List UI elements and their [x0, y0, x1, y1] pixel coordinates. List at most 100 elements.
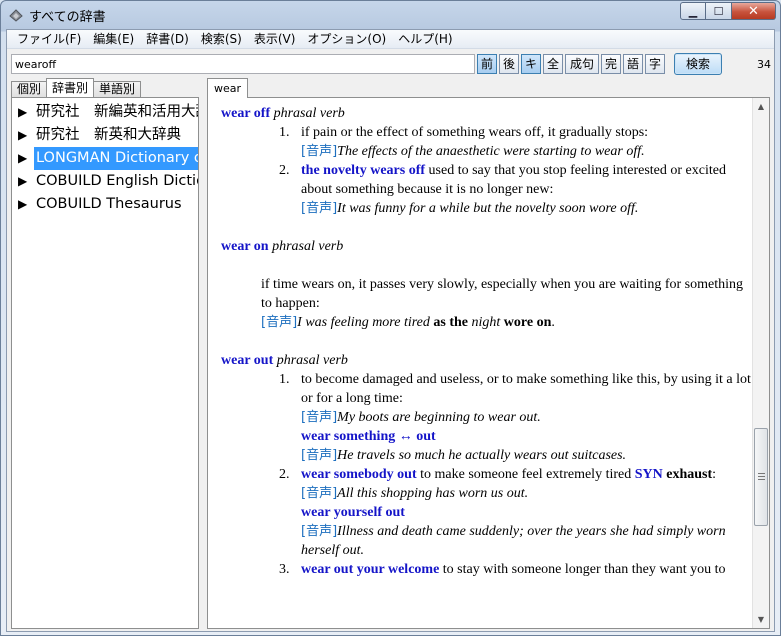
example-sentence: He travels so much he actually wears out… — [337, 448, 627, 463]
scroll-down-arrow-icon[interactable]: ▼ — [753, 611, 769, 628]
entry-wear-off: wear off phrasal verb 1. if pain or the … — [221, 104, 753, 218]
sense-phrase: wear yourself out — [301, 505, 405, 520]
minimize-button[interactable]: ▁ — [680, 2, 706, 20]
sense-phrase: wear something ↔ out — [301, 429, 436, 444]
tab-result-wear[interactable]: wear — [207, 78, 249, 98]
entry-pos: phrasal verb — [273, 106, 345, 121]
sense-definition: to stay with someone longer than they wa… — [439, 562, 726, 577]
menu-dictionary[interactable]: 辞書(D) — [140, 30, 195, 48]
audio-link[interactable]: [音声] — [301, 144, 337, 159]
dictionary-tree-panel: ▶ 研究社 新編英和活用大辞典 ▶ 研究社 新英和大辞典 ▶ LONGMAN D… — [11, 97, 199, 629]
entry-pos: phrasal verb — [276, 353, 348, 368]
sense: 3. wear out your welcome to stay with so… — [279, 560, 753, 579]
example-sentence: My boots are beginning to wear out. — [337, 410, 541, 425]
search-button[interactable]: 検索 — [674, 53, 722, 75]
mode-backward-button[interactable]: 後 — [499, 54, 519, 74]
scroll-thumb[interactable] — [754, 428, 768, 526]
audio-link[interactable]: [音声] — [301, 410, 337, 425]
app-icon — [9, 9, 23, 22]
tab-individual[interactable]: 個別 — [11, 81, 48, 97]
mode-exact-button[interactable]: 完 — [601, 54, 622, 74]
search-input[interactable] — [11, 54, 475, 74]
dictionary-item-selected[interactable]: ▶ LONGMAN Dictionary of Contemporary Eng… — [18, 147, 198, 170]
expand-triangle-icon[interactable]: ▶ — [18, 170, 34, 193]
sense: 2. wear somebody out to make someone fee… — [279, 465, 753, 560]
mode-phrase-button[interactable]: 成句 — [565, 54, 600, 74]
dictionary-label: COBUILD Thesaurus — [36, 196, 182, 212]
entry-wear-on: wear on phrasal verb if time wears on, i… — [221, 237, 753, 332]
sense-number: 3. — [279, 562, 290, 577]
expand-triangle-icon[interactable]: ▶ — [18, 193, 34, 216]
mode-char-button[interactable]: 字 — [645, 54, 666, 74]
mode-forward-button[interactable]: 前 — [477, 54, 497, 74]
audio-link[interactable]: [音声] — [301, 524, 337, 539]
entry-headword: wear out — [221, 353, 274, 368]
grip-icon — [758, 473, 765, 480]
synonym-label: SYN — [634, 467, 663, 482]
punctuation: : — [712, 467, 717, 482]
app-window: すべての辞書 ▁ ☐ ✕ ファイル(F) 編集(E) 辞書(D) 検索(S) 表… — [0, 0, 781, 636]
entry-body: if time wears on, it passes very slowly,… — [261, 275, 753, 332]
window-title: すべての辞書 — [29, 10, 106, 25]
result-panel: wear off phrasal verb 1. if pain or the … — [207, 97, 770, 629]
example-sentence: I was feeling more tired — [297, 315, 434, 330]
example-collocation: as the — [433, 315, 469, 330]
expand-triangle-icon[interactable]: ▶ — [18, 124, 34, 147]
result-count: 34 — [757, 58, 771, 71]
title-bar[interactable]: すべての辞書 ▁ ☐ ✕ — [1, 1, 780, 29]
entry-definition: if time wears on, it passes very slowly,… — [261, 277, 743, 311]
entry-wear-out: wear out phrasal verb 1. to become damag… — [221, 351, 753, 579]
example-sentence: All this shopping has worn us out. — [337, 486, 529, 501]
example-sentence: . — [551, 315, 555, 330]
mode-word-button[interactable]: 語 — [623, 54, 644, 74]
dictionary-item[interactable]: ▶ 研究社 新英和大辞典 — [18, 124, 198, 147]
dictionary-item[interactable]: ▶ 研究社 新編英和活用大辞典 — [18, 101, 198, 124]
close-button[interactable]: ✕ — [732, 2, 776, 20]
maximize-button[interactable]: ☐ — [706, 2, 732, 20]
menu-help[interactable]: ヘルプ(H) — [392, 30, 458, 48]
menu-options[interactable]: オプション(O) — [301, 30, 392, 48]
sense-phrase: the novelty wears off — [301, 163, 426, 178]
dictionary-list: ▶ 研究社 新編英和活用大辞典 ▶ 研究社 新英和大辞典 ▶ LONGMAN D… — [18, 101, 198, 216]
tab-by-word[interactable]: 単語別 — [93, 81, 142, 97]
expand-triangle-icon[interactable]: ▶ — [18, 101, 34, 124]
sense-number: 2. — [279, 467, 290, 482]
menu-edit[interactable]: 編集(E) — [87, 30, 140, 48]
sense-number: 1. — [279, 372, 290, 387]
menu-view[interactable]: 表示(V) — [248, 30, 302, 48]
mode-keyword-button[interactable]: キ — [521, 54, 541, 74]
sense: 1. to become damaged and useless, or to … — [279, 370, 753, 465]
vertical-scrollbar[interactable]: ▲ ▼ — [752, 98, 769, 628]
dictionary-label: LONGMAN Dictionary of Contemporary Engli… — [34, 147, 198, 170]
tab-by-dictionary[interactable]: 辞書別 — [46, 78, 95, 97]
entry-headword: wear off — [221, 106, 271, 121]
audio-link[interactable]: [音声] — [301, 448, 337, 463]
dictionary-label: 研究社 新英和大辞典 — [36, 127, 181, 143]
menu-search[interactable]: 検索(S) — [195, 30, 248, 48]
scroll-up-arrow-icon[interactable]: ▲ — [753, 98, 769, 115]
example-collocation: wore on — [503, 315, 552, 330]
expand-triangle-icon[interactable]: ▶ — [18, 147, 34, 170]
dictionary-label: COBUILD English Dictionary — [36, 173, 198, 189]
sense-phrase: wear out your welcome — [301, 562, 440, 577]
left-tabs: 個別 辞書別 単語別 — [11, 78, 142, 97]
sense-number: 2. — [279, 163, 290, 178]
dictionary-label: 研究社 新編英和活用大辞典 — [36, 104, 198, 120]
mode-fulltext-button[interactable]: 全 — [543, 54, 563, 74]
sense-definition: if pain or the effect of something wears… — [301, 125, 649, 140]
window-controls: ▁ ☐ ✕ — [680, 2, 776, 21]
result-tabs: wear — [207, 78, 249, 98]
audio-link[interactable]: [音声] — [301, 486, 337, 501]
search-mode-buttons: 前 後 キ 全 成句 完 語 字 — [477, 54, 667, 74]
entry-headword: wear on — [221, 239, 269, 254]
panel-splitter[interactable] — [201, 97, 205, 629]
dictionary-item[interactable]: ▶ COBUILD Thesaurus — [18, 193, 198, 216]
audio-link[interactable]: [音声] — [301, 201, 337, 216]
example-sentence: Illness and death came suddenly; over th… — [301, 524, 726, 558]
dictionary-item[interactable]: ▶ COBUILD English Dictionary — [18, 170, 198, 193]
sense: 2. the novelty wears off used to say tha… — [279, 161, 753, 218]
synonym-word: exhaust — [666, 467, 713, 482]
menu-file[interactable]: ファイル(F) — [11, 30, 87, 48]
audio-link[interactable]: [音声] — [261, 315, 297, 330]
example-sentence: The effects of the anaesthetic were star… — [337, 144, 645, 159]
